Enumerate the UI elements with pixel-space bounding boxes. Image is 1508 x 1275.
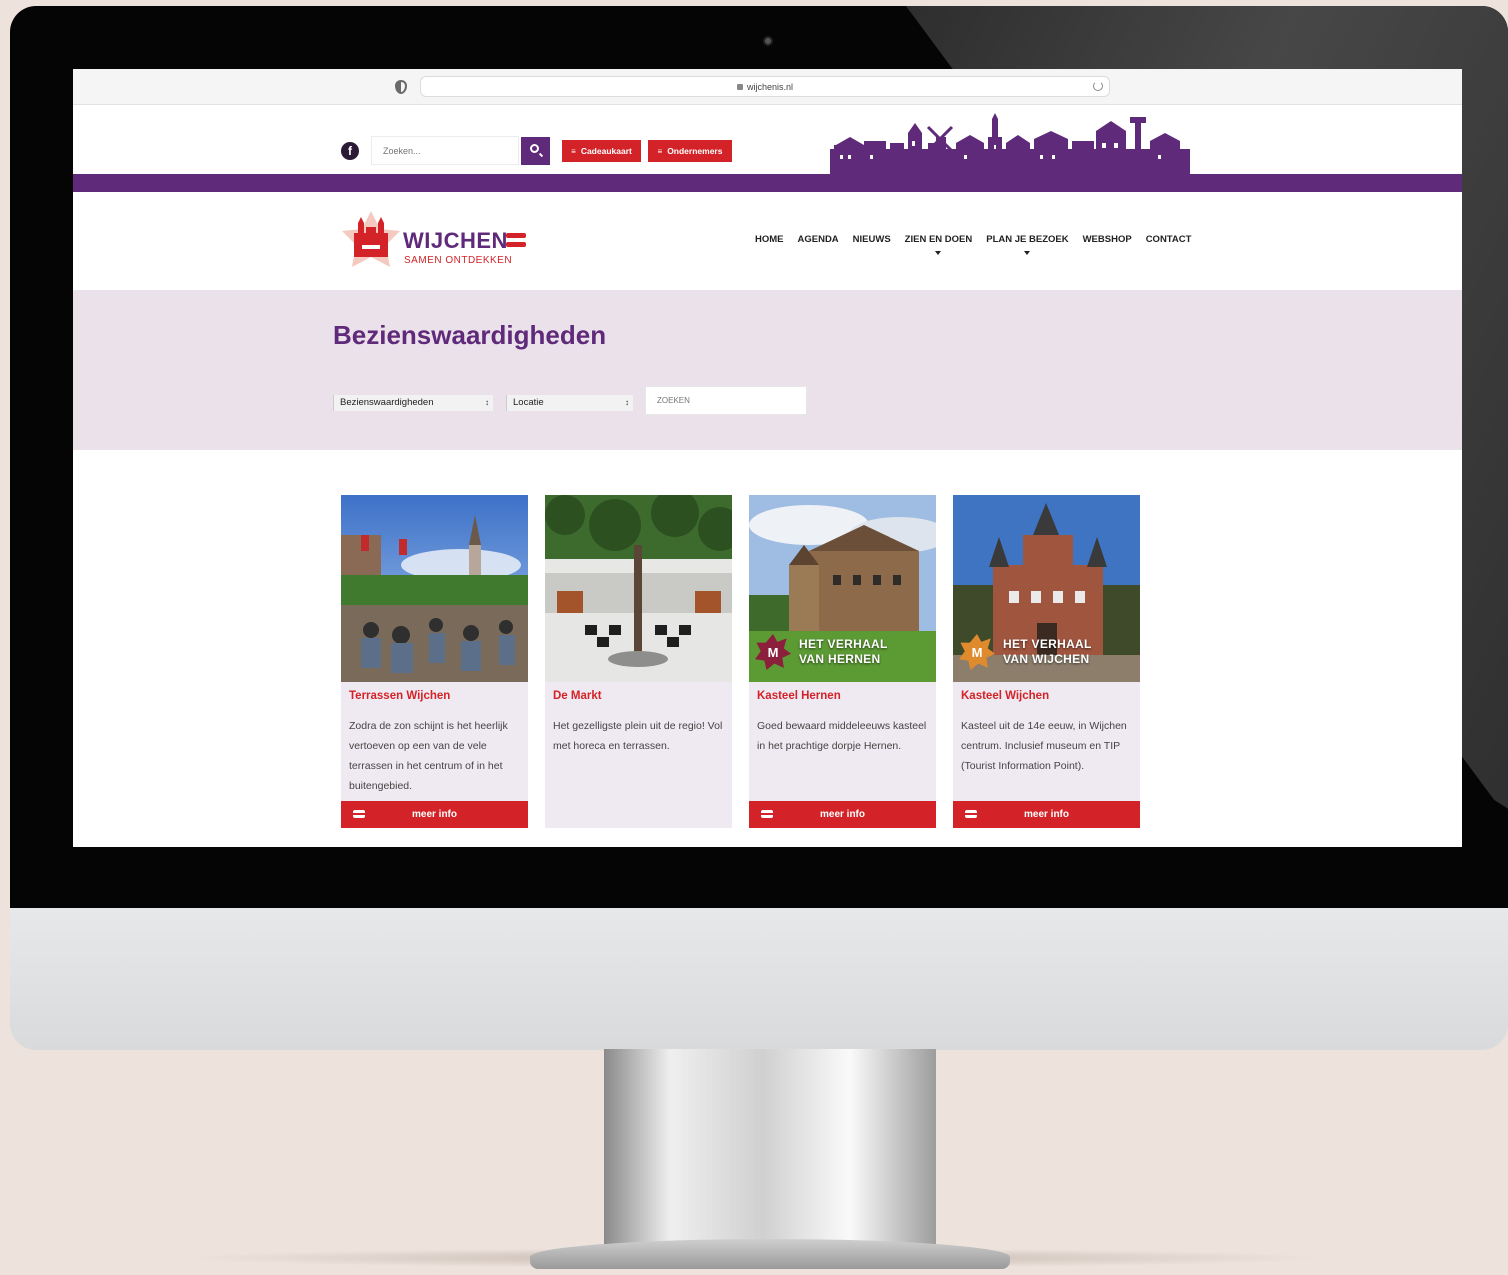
ondernemers-button[interactable]: ≡ Ondernemers xyxy=(648,140,732,162)
attraction-card[interactable]: M HET VERHAAL VAN WIJCHEN Kasteel Wijchen… xyxy=(953,495,1140,828)
select-arrows-icon: ↕ xyxy=(485,398,489,407)
imac-stand xyxy=(530,1049,1010,1275)
purple-band xyxy=(73,174,1462,192)
attraction-card[interactable]: M HET VERHAAL VAN HERNEN Kasteel Hernen G… xyxy=(749,495,936,828)
verhaal-badge: M HET VERHAAL VAN WIJCHEN xyxy=(959,634,1092,670)
flag-icon xyxy=(965,810,977,818)
meer-info-button[interactable]: meer info xyxy=(749,801,936,828)
flag-icon xyxy=(761,810,773,818)
logo-wordmark: WIJCHEN xyxy=(403,228,508,253)
card-image-kasteel-hernen[interactable]: M HET VERHAAL VAN HERNEN xyxy=(749,495,936,682)
attractions-grid: Terrassen Wijchen Zodra de zon schijnt i… xyxy=(341,495,1140,828)
attraction-card[interactable]: Terrassen Wijchen Zodra de zon schijnt i… xyxy=(341,495,528,828)
card-title[interactable]: De Markt xyxy=(553,690,602,702)
town-skyline-illustration xyxy=(830,113,1190,175)
flag-icon xyxy=(353,810,365,818)
select-arrows-icon: ↕ xyxy=(625,398,629,407)
reload-icon[interactable] xyxy=(1093,81,1103,91)
facebook-icon[interactable]: f xyxy=(341,142,359,160)
main-nav: HOME AGENDA NIEUWS ZIEN EN DOEN PLAN JE … xyxy=(755,234,1192,255)
card-image-terrassen[interactable] xyxy=(341,495,528,682)
site-search-button[interactable] xyxy=(521,137,550,165)
chevron-down-icon xyxy=(1024,251,1031,255)
magnifier-icon xyxy=(530,144,539,153)
page-title: Bezienswaardigheden xyxy=(333,320,607,350)
logo-emblem xyxy=(342,211,400,267)
nav-plan-je-bezoek[interactable]: PLAN JE BEZOEK xyxy=(986,234,1069,255)
filter-search-input[interactable] xyxy=(645,386,807,415)
card-image-kasteel-wijchen[interactable]: M HET VERHAAL VAN WIJCHEN xyxy=(953,495,1140,682)
scalloped-divider xyxy=(73,433,1462,443)
meer-info-button[interactable]: meer info xyxy=(953,801,1140,828)
nav-contact[interactable]: CONTACT xyxy=(1146,234,1192,245)
logo-flag-icon xyxy=(506,233,526,247)
nav-home[interactable]: HOME xyxy=(755,234,784,245)
hero-section: Bezienswaardigheden Bezienswaardigheden ↕… xyxy=(73,290,1462,450)
meer-info-button[interactable]: meer info xyxy=(341,801,528,828)
nav-agenda[interactable]: AGENDA xyxy=(798,234,839,245)
card-title[interactable]: Kasteel Wijchen xyxy=(961,690,1049,702)
cadeaukaart-button[interactable]: ≡ Cadeaukaart xyxy=(562,140,641,162)
stand-neck xyxy=(604,1049,936,1249)
verhaal-badge: M HET VERHAAL VAN HERNEN xyxy=(755,634,888,670)
category-select[interactable]: Bezienswaardigheden ↕ xyxy=(333,395,493,411)
story-star-icon: M xyxy=(959,634,995,670)
site-search-input[interactable] xyxy=(371,136,519,165)
menu-bars-icon: ≡ xyxy=(571,147,576,156)
card-description: Het gezelligste plein uit de regio! Vol … xyxy=(553,720,723,752)
privacy-shield-icon[interactable] xyxy=(395,80,407,94)
location-select[interactable]: Locatie ↕ xyxy=(506,395,633,411)
stand-base xyxy=(530,1239,1010,1269)
logo-tagline: SAMEN ONTDEKKEN xyxy=(404,255,513,266)
screen: wijchenis.nl f ≡Cadeaukaart ≡Ondernemers xyxy=(73,69,1462,847)
address-bar[interactable]: wijchenis.nl xyxy=(420,76,1110,97)
site-header: WIJCHEN SAMEN ONTDEKKEN HOME AGENDA NIEU… xyxy=(73,192,1462,290)
nav-webshop[interactable]: WEBSHOP xyxy=(1083,234,1132,245)
chevron-down-icon xyxy=(935,251,942,255)
card-title[interactable]: Kasteel Hernen xyxy=(757,690,841,702)
attraction-card[interactable]: De Markt Het gezelligste plein uit de re… xyxy=(545,495,732,828)
lock-icon xyxy=(736,83,743,90)
nav-zien-en-doen[interactable]: ZIEN EN DOEN xyxy=(905,234,972,255)
browser-toolbar: wijchenis.nl xyxy=(73,69,1462,105)
card-description: Goed bewaard middeleeuws kasteel in het … xyxy=(757,720,927,752)
card-description: Kasteel uit de 14e eeuw, in Wijchen cent… xyxy=(961,720,1127,772)
story-star-icon: M xyxy=(755,634,791,670)
card-image-de-markt[interactable] xyxy=(545,495,732,682)
menu-bars-icon: ≡ xyxy=(657,147,663,156)
url-text: wijchenis.nl xyxy=(746,82,794,92)
card-description: Zodra de zon schijnt is het heerlijk ver… xyxy=(349,720,508,792)
nav-nieuws[interactable]: NIEUWS xyxy=(853,234,891,245)
camera-icon xyxy=(763,36,773,46)
imac-chin xyxy=(10,908,1508,1050)
wijchen-logo[interactable]: WIJCHEN SAMEN ONTDEKKEN xyxy=(340,209,530,273)
card-title[interactable]: Terrassen Wijchen xyxy=(349,690,450,702)
